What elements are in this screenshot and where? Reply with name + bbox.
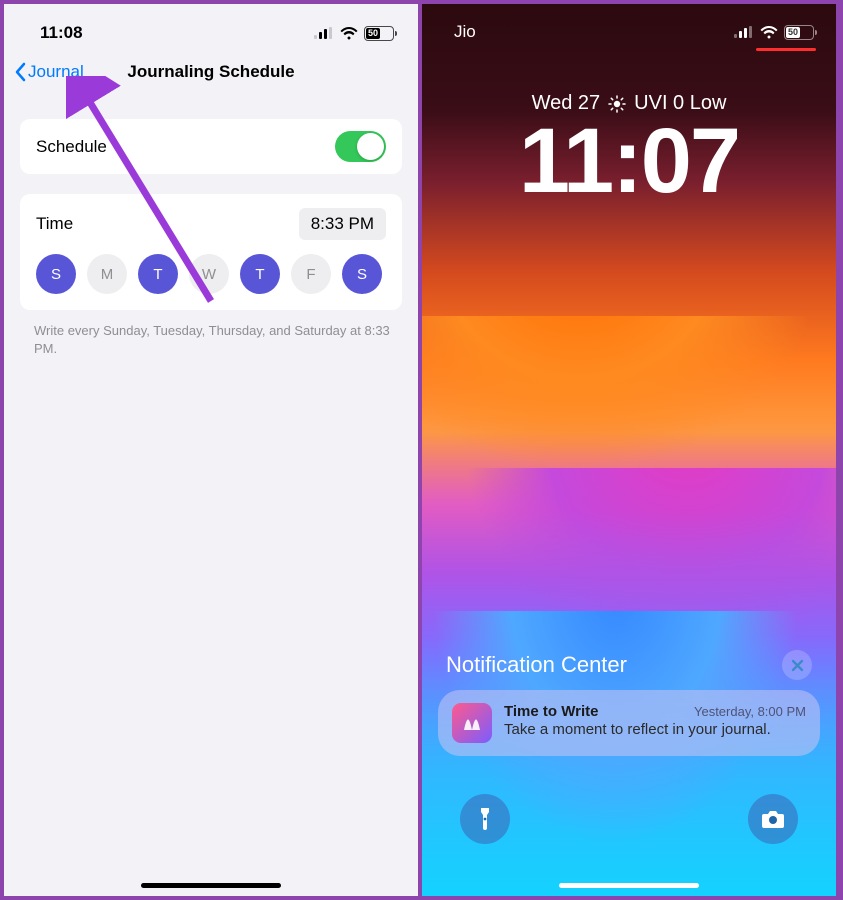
page-title: Journaling Schedule xyxy=(127,62,294,82)
back-label: Journal xyxy=(28,62,84,82)
schedule-toggle[interactable] xyxy=(335,131,386,162)
home-indicator[interactable] xyxy=(559,883,699,888)
nav-bar: Journal Journaling Schedule xyxy=(4,54,418,99)
annotation-underline xyxy=(756,48,816,51)
camera-button[interactable] xyxy=(748,794,798,844)
day-toggle[interactable]: F xyxy=(291,254,331,294)
day-toggle[interactable]: W xyxy=(189,254,229,294)
lock-quick-actions xyxy=(422,794,836,844)
journal-app-icon xyxy=(452,703,492,743)
notification-card[interactable]: Time to Write Yesterday, 8:00 PM Take a … xyxy=(438,690,820,756)
status-time: 11:08 xyxy=(40,23,83,43)
lock-header: Wed 27 UVI 0 Low 11:07 xyxy=(422,52,836,214)
carrier-label: Jio xyxy=(454,22,476,42)
notif-time: Yesterday, 8:00 PM xyxy=(694,704,806,719)
wifi-icon xyxy=(340,27,358,40)
day-toggle[interactable]: T xyxy=(138,254,178,294)
day-toggle[interactable]: S xyxy=(342,254,382,294)
nc-close-button[interactable] xyxy=(782,650,812,680)
schedule-label: Schedule xyxy=(36,137,107,157)
back-button[interactable]: Journal xyxy=(14,62,84,82)
lock-time: 11:07 xyxy=(422,109,836,214)
day-toggle[interactable]: M xyxy=(87,254,127,294)
days-row: SMTWTFS xyxy=(36,254,386,294)
camera-icon xyxy=(761,809,785,829)
notif-message: Take a moment to reflect in your journal… xyxy=(504,721,806,738)
cellular-icon xyxy=(314,27,334,39)
close-icon xyxy=(791,659,804,672)
day-toggle[interactable]: S xyxy=(36,254,76,294)
schedule-helper-text: Write every Sunday, Tuesday, Thursday, a… xyxy=(4,318,418,358)
battery-icon: 50 xyxy=(784,25,814,40)
home-indicator[interactable] xyxy=(141,883,281,888)
time-value[interactable]: 8:33 PM xyxy=(299,208,386,240)
flashlight-icon xyxy=(475,806,495,832)
day-toggle[interactable]: T xyxy=(240,254,280,294)
settings-screen: 11:08 50 Journal Journaling Schedule Sch… xyxy=(4,4,418,896)
flashlight-button[interactable] xyxy=(460,794,510,844)
lock-screen: Jio 50 Wed 27 UVI 0 Low 11:07 Notificati… xyxy=(422,4,836,896)
nc-title: Notification Center xyxy=(446,652,627,678)
notif-title: Time to Write xyxy=(504,703,598,720)
time-card: Time 8:33 PM SMTWTFS xyxy=(20,194,402,310)
schedule-toggle-row[interactable]: Schedule xyxy=(20,119,402,174)
time-label: Time xyxy=(36,214,73,234)
status-bar: Jio 50 xyxy=(422,4,836,52)
cellular-icon xyxy=(734,26,754,38)
wifi-icon xyxy=(760,26,778,39)
chevron-left-icon xyxy=(14,62,26,82)
status-bar: 11:08 50 xyxy=(4,4,418,54)
battery-icon: 50 xyxy=(364,26,394,41)
notification-center: Notification Center Time to Write Yester… xyxy=(422,650,836,756)
